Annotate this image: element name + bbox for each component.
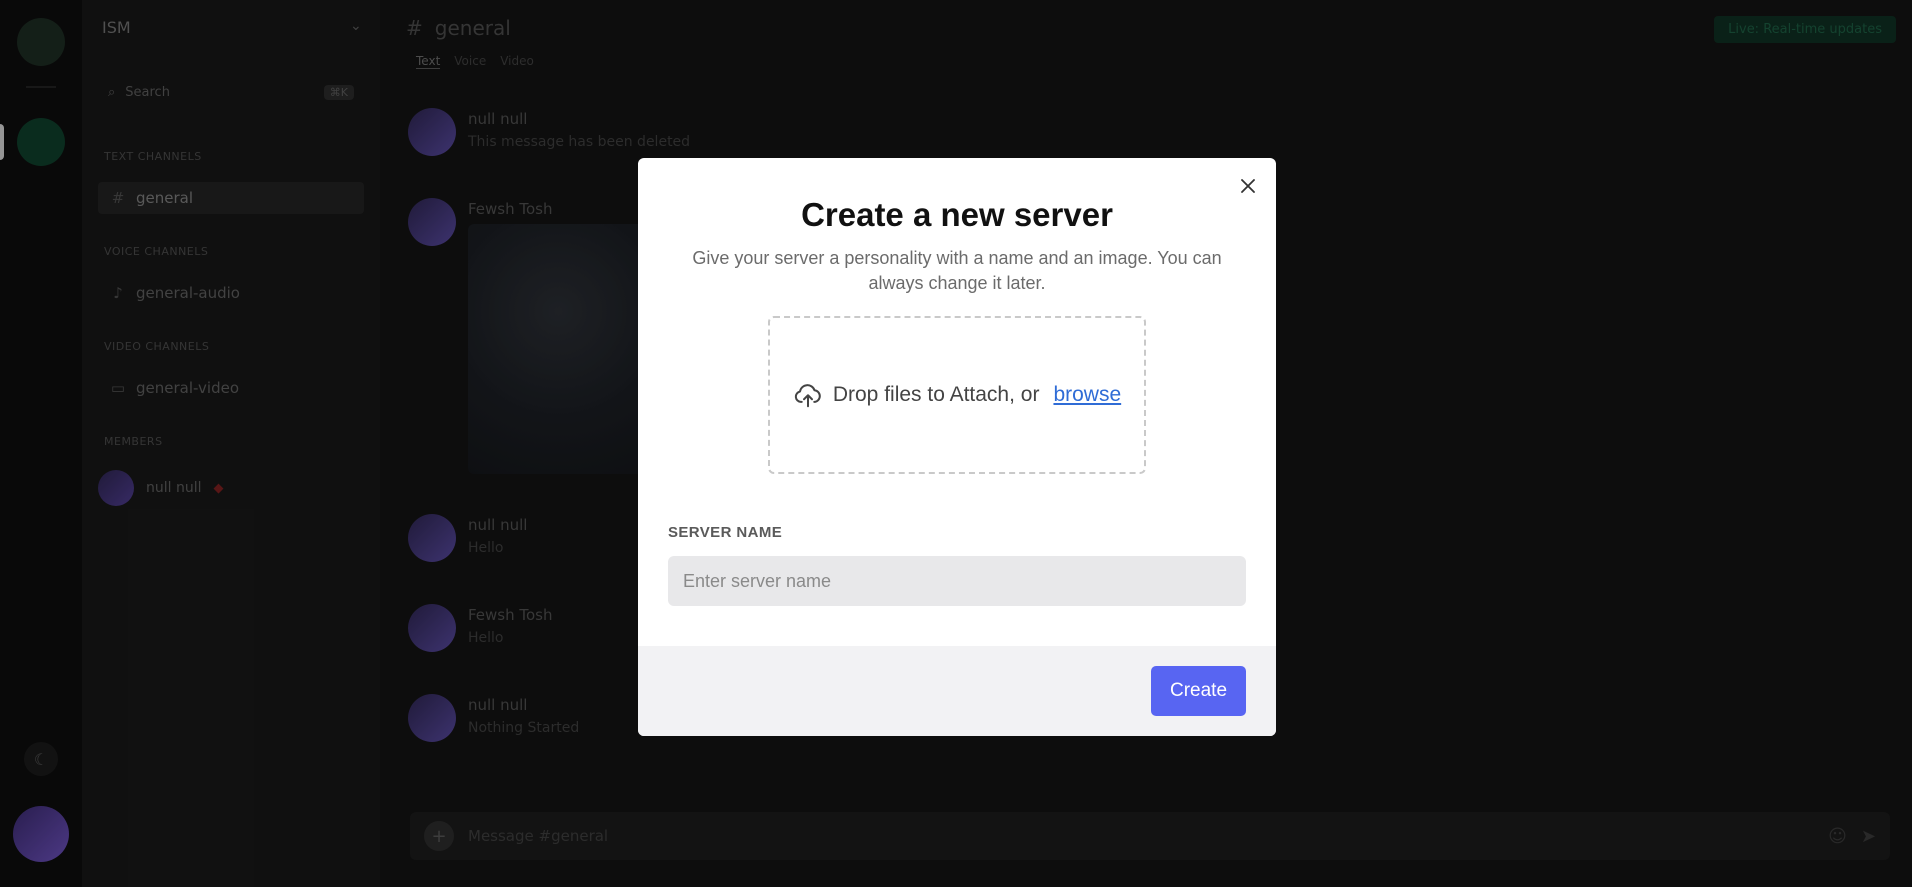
dropzone-text: Drop files to Attach, or	[832, 383, 1040, 406]
modal-footer: Create	[638, 646, 1276, 736]
create-server-modal: Create a new server Give your server a p…	[638, 158, 1276, 736]
server-name-label: SERVER NAME	[668, 524, 783, 541]
server-name-input[interactable]	[668, 556, 1246, 606]
close-button[interactable]	[1236, 174, 1260, 198]
modal-title: Create a new server	[801, 196, 1113, 233]
modal-subtitle: Give your server a personality with a na…	[692, 248, 1222, 293]
cloud-upload-icon	[794, 384, 821, 408]
image-dropzone[interactable]: Drop files to Attach, or browse	[768, 316, 1146, 474]
create-button[interactable]: Create	[1151, 666, 1246, 716]
close-icon	[1241, 179, 1255, 193]
browse-link[interactable]: browse	[1053, 383, 1121, 407]
